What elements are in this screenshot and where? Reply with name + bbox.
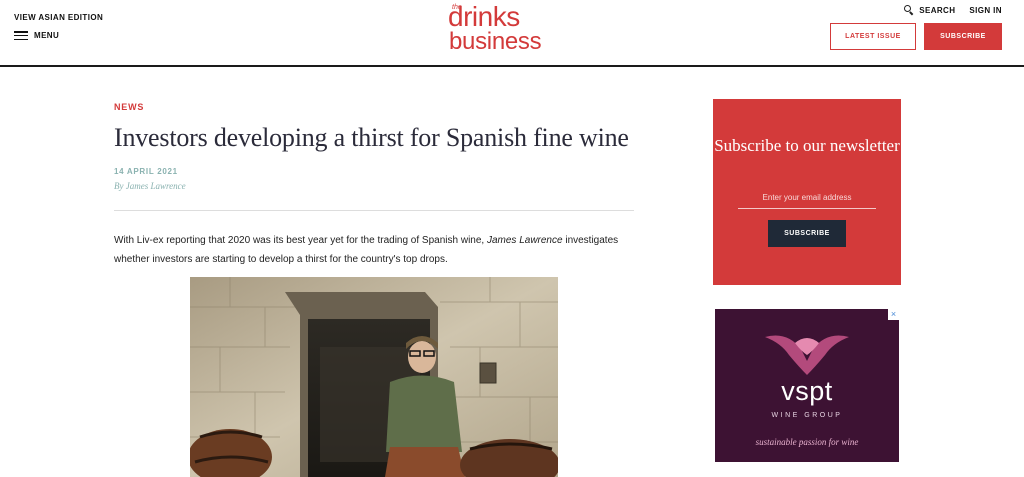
- article-date: 14 APRIL 2021: [114, 167, 178, 176]
- standfirst-author: James Lawrence: [486, 235, 563, 246]
- logo-business-word: business: [449, 28, 542, 55]
- logo-the-word: the: [452, 4, 462, 11]
- standfirst-text-1: With Liv-ex reporting that 2020 was its …: [114, 235, 487, 246]
- menu-button[interactable]: MENU: [14, 31, 59, 40]
- article-byline[interactable]: By James Lawrence: [114, 181, 186, 191]
- sign-in-link[interactable]: SIGN IN: [969, 6, 1002, 15]
- article-hero-image: [190, 277, 558, 477]
- ad-subtitle: WINE GROUP: [771, 412, 843, 419]
- menu-label: MENU: [34, 31, 60, 40]
- search-icon: [904, 5, 914, 16]
- top-links: SEARCH SIGN IN: [904, 5, 1002, 16]
- newsletter-signup-box: Subscribe to our newsletter SUBSCRIBE: [713, 99, 901, 285]
- latest-issue-button[interactable]: LATEST ISSUE: [830, 23, 916, 50]
- search-link[interactable]: SEARCH: [904, 5, 956, 16]
- site-logo[interactable]: drinks the business: [448, 2, 573, 56]
- vspt-advertisement[interactable]: × vspt WINE GROUP sustainable passion fo…: [715, 309, 899, 462]
- article-standfirst: With Liv-ex reporting that 2020 was its …: [114, 231, 634, 269]
- search-label: SEARCH: [919, 5, 956, 15]
- header-subscribe-button[interactable]: SUBSCRIBE: [924, 23, 1002, 50]
- vspt-bird-logo: [765, 335, 849, 375]
- newsletter-title: Subscribe to our newsletter: [714, 136, 900, 155]
- ad-tagline: sustainable passion for wine: [755, 437, 859, 447]
- site-header: VIEW ASIAN EDITION MENU drinks the busin…: [0, 0, 1024, 67]
- newsletter-email-input[interactable]: [738, 187, 876, 209]
- ad-close-icon[interactable]: ×: [888, 309, 899, 320]
- cellar-photo-illustration: [190, 277, 558, 477]
- article-category[interactable]: NEWS: [114, 102, 144, 112]
- meta-divider: [114, 210, 634, 211]
- newsletter-subscribe-button[interactable]: SUBSCRIBE: [768, 220, 846, 247]
- article-headline: Investors developing a thirst for Spanis…: [114, 123, 629, 152]
- ad-brand-name: vspt: [781, 376, 833, 406]
- hamburger-icon: [14, 31, 28, 40]
- view-asian-edition-link[interactable]: VIEW ASIAN EDITION: [14, 13, 103, 22]
